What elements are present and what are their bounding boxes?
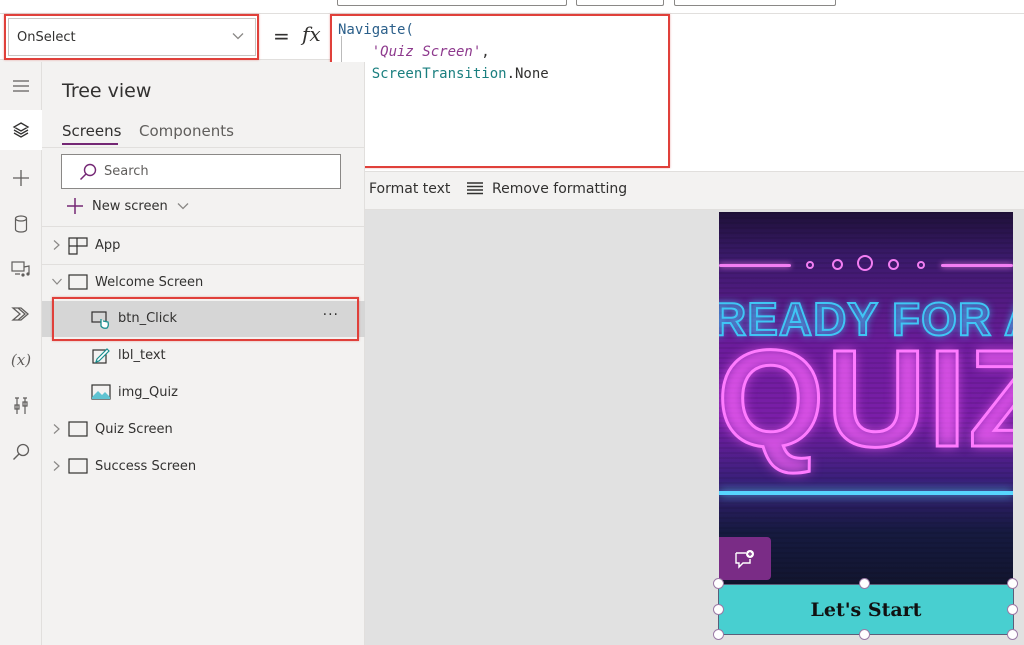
resize-handle[interactable] xyxy=(859,629,870,640)
chevron-right-icon[interactable] xyxy=(51,423,61,435)
chevron-down-icon[interactable] xyxy=(51,276,63,286)
resize-handle[interactable] xyxy=(1007,629,1018,640)
selection-highlight-box xyxy=(52,297,359,341)
quiz-image[interactable]: READY FOR A QUIZ? xyxy=(719,212,1013,584)
comment-button[interactable] xyxy=(719,537,771,580)
image-control-icon xyxy=(91,384,111,400)
remove-formatting-icon xyxy=(467,182,483,195)
power-automate-icon[interactable] xyxy=(0,294,42,334)
variables-icon[interactable]: (x) xyxy=(0,340,42,380)
resize-handle[interactable] xyxy=(713,629,724,640)
neon-line-right xyxy=(941,264,1013,267)
tree-node-label: Quiz Screen xyxy=(95,422,173,437)
tree-node-img-quiz[interactable]: img_Quiz xyxy=(42,375,365,411)
neon-dot xyxy=(832,259,843,270)
toolbar-field[interactable] xyxy=(674,0,836,6)
neon-line-left xyxy=(719,264,791,267)
add-comment-icon xyxy=(735,549,754,569)
remove-formatting-button[interactable]: Remove formatting xyxy=(466,181,627,197)
resize-handle[interactable] xyxy=(1007,604,1018,615)
resize-handle[interactable] xyxy=(1007,578,1018,589)
neon-dot xyxy=(917,261,925,269)
resize-handle[interactable] xyxy=(713,604,724,615)
active-tab-indicator xyxy=(62,143,118,145)
neon-dot xyxy=(806,261,814,269)
search-icon[interactable] xyxy=(0,432,42,472)
toolbar-field[interactable] xyxy=(576,0,664,6)
screen-icon xyxy=(68,421,88,437)
tab-components[interactable]: Components xyxy=(139,122,234,140)
lets-start-label: Let's Start xyxy=(810,598,922,621)
app-icon xyxy=(68,237,88,255)
left-nav-rail: (x) xyxy=(0,62,42,645)
screen-icon xyxy=(68,458,88,474)
tree-search-input[interactable]: Search xyxy=(61,154,341,189)
format-toolbar: Format text Remove formatting xyxy=(333,172,1024,210)
code-highlight-box xyxy=(330,14,670,168)
tree-view-title: Tree view xyxy=(62,80,152,102)
advanced-tools-icon[interactable] xyxy=(0,386,42,426)
fx-icon[interactable]: fx xyxy=(302,22,321,46)
lets-start-button[interactable]: Let's Start xyxy=(718,584,1014,635)
format-text-label: Format text xyxy=(369,181,451,197)
new-screen-button[interactable]: New screen xyxy=(66,197,190,215)
image-text-quiz: QUIZ? xyxy=(719,322,1013,476)
toolbar-field[interactable] xyxy=(337,0,567,6)
chevron-down-icon xyxy=(177,203,189,210)
plus-icon xyxy=(67,198,83,214)
search-icon xyxy=(79,163,97,181)
tree-node-quiz-screen[interactable]: Quiz Screen xyxy=(42,412,365,448)
tree-node-lbl-text[interactable]: lbl_text xyxy=(42,338,365,374)
tree-node-label: img_Quiz xyxy=(118,385,178,400)
label-control-icon xyxy=(92,348,110,364)
neon-dot xyxy=(857,255,873,271)
equals-sign: = xyxy=(273,24,290,48)
search-placeholder: Search xyxy=(104,164,149,179)
new-screen-label: New screen xyxy=(92,198,168,214)
chevron-right-icon[interactable] xyxy=(51,460,61,472)
hamburger-menu-icon[interactable] xyxy=(0,66,42,106)
tree-node-success-screen[interactable]: Success Screen xyxy=(42,449,365,485)
screen-icon xyxy=(68,274,88,290)
tree-node-label: App xyxy=(95,238,121,253)
neon-line-cyan xyxy=(719,491,1013,495)
tree-node-label: Welcome Screen xyxy=(95,275,204,290)
neon-dot xyxy=(888,259,899,270)
remove-formatting-label: Remove formatting xyxy=(492,181,628,197)
variables-glyph: (x) xyxy=(10,351,32,369)
resize-handle[interactable] xyxy=(859,578,870,589)
data-database-icon[interactable] xyxy=(0,204,42,244)
tree-node-label: Success Screen xyxy=(95,459,197,474)
chevron-right-icon[interactable] xyxy=(51,239,61,251)
tree-view-layers-icon[interactable] xyxy=(0,110,42,150)
resize-handle[interactable] xyxy=(713,578,724,589)
insert-plus-icon[interactable] xyxy=(0,158,42,198)
divider xyxy=(42,147,365,148)
tree-node-label: lbl_text xyxy=(118,348,166,363)
media-icon[interactable] xyxy=(0,249,42,289)
tree-node-app[interactable]: App xyxy=(42,228,365,264)
property-highlight-box xyxy=(4,14,259,60)
divider xyxy=(42,226,365,227)
tree-node-welcome-screen[interactable]: Welcome Screen xyxy=(42,265,365,301)
tab-screens[interactable]: Screens xyxy=(62,122,121,140)
